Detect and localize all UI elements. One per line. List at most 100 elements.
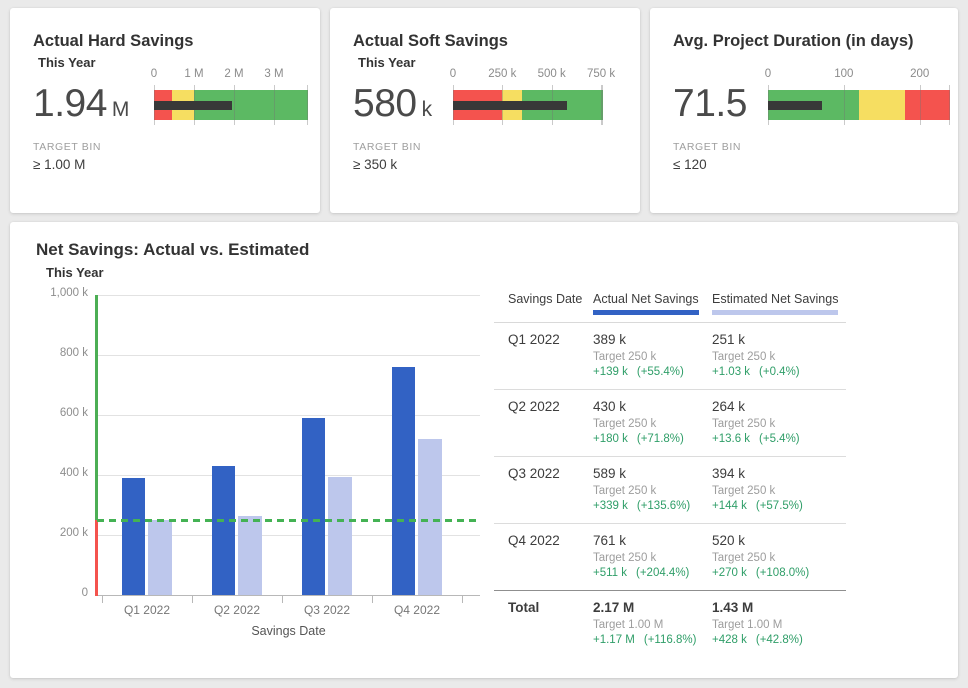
cell-variance: +339 k(+135.6%): [593, 500, 712, 512]
y-axis-tick-label: 200 k: [10, 527, 88, 539]
bar-actual-q2-2022[interactable]: [212, 466, 235, 595]
y-axis-tick-label: 800 k: [10, 347, 88, 359]
cell-value: 394 k: [712, 466, 846, 481]
y-axis-line-below-target: [95, 520, 98, 596]
kpi-number: 580: [353, 82, 417, 126]
bar-estimated-q4-2022[interactable]: [418, 439, 442, 595]
card-accent-bar: [331, 8, 639, 14]
bullet-value-bar: [768, 101, 822, 110]
kpi-unit: k: [422, 98, 433, 122]
estimated-cell: 520 k Target 250 k +270 k(+108.0%): [712, 533, 846, 579]
y-gridline: [97, 595, 480, 596]
cell-target: Target 250 k: [712, 552, 846, 564]
row-label: Total: [494, 600, 593, 646]
kpi-card-avg-project-duration: Avg. Project Duration (in days) 71.5 010…: [650, 8, 958, 213]
bullet-range: [905, 90, 951, 120]
column-header-savings-date: Savings Date: [494, 292, 593, 315]
bullet-range: [859, 90, 905, 120]
bullet-axis-tick: [274, 85, 275, 125]
row-label: Q3 2022: [494, 466, 593, 512]
table-row-q1-2022[interactable]: Q1 2022389 kTarget 250 k+139 k(+55.4%)25…: [494, 323, 846, 390]
cell-target: Target 250 k: [712, 351, 846, 363]
y-axis-line-above-target: [95, 295, 98, 520]
bullet-axis-tick-label: 500 k: [538, 68, 566, 80]
target-bin-label: TARGET BIN: [353, 141, 421, 153]
bar-estimated-q1-2022[interactable]: [148, 520, 172, 595]
x-axis-tick: [372, 596, 373, 603]
x-axis-title: Savings Date: [97, 624, 480, 638]
card-subtitle: This Year: [38, 55, 96, 70]
estimated-series-color-chip: [712, 310, 838, 315]
y-axis-tick-label: 400 k: [10, 467, 88, 479]
bullet-axis-end-tick: [949, 85, 950, 125]
net-savings-visual-card: Net Savings: Actual vs. Estimated This Y…: [10, 222, 958, 678]
kpi-value: 71.5: [673, 82, 752, 126]
cell-value: 1.43 M: [712, 600, 846, 615]
card-subtitle: This Year: [358, 55, 416, 70]
table-header-row: Savings Date Actual Net Savings Estimate…: [494, 292, 846, 323]
bullet-axis-tick-label: 2 M: [224, 68, 243, 80]
cell-value: 430 k: [593, 399, 712, 414]
target-bin-label: TARGET BIN: [33, 141, 101, 153]
cell-variance: +428 k(+42.8%): [712, 634, 846, 646]
kpi-card-actual-soft-savings: Actual Soft Savings This Year 580 k 0250…: [330, 8, 640, 213]
cell-variance: +144 k(+57.5%): [712, 500, 846, 512]
estimated-cell: 394 kTarget 250 k+144 k(+57.5%): [712, 466, 846, 512]
actual-series-color-chip: [593, 310, 699, 315]
cell-value: 264 k: [712, 399, 846, 414]
bar-actual-q4-2022[interactable]: [392, 367, 415, 595]
bullet-axis-tick-label: 0: [151, 68, 157, 80]
x-axis-tick: [192, 596, 193, 603]
kpi-value: 580 k: [353, 82, 432, 126]
bullet-value-bar: [154, 101, 232, 110]
x-axis-category-label: Q4 2022: [372, 603, 462, 617]
x-axis-tick: [102, 596, 103, 603]
kpi-value: 1.94 M: [33, 82, 129, 126]
cell-value: 251 k: [712, 332, 846, 347]
estimated-cell: 1.43 MTarget 1.00 M+428 k(+42.8%): [712, 600, 846, 646]
bar-actual-q3-2022[interactable]: [302, 418, 325, 595]
cell-value: 589 k: [593, 466, 712, 481]
card-title: Actual Hard Savings: [33, 32, 193, 51]
bar-estimated-q3-2022[interactable]: [328, 477, 352, 595]
bullet-chart: 0250 k500 k750 k: [453, 68, 603, 124]
card-accent-bar: [651, 8, 957, 14]
cell-variance: +1.17 M(+116.8%): [593, 634, 712, 646]
cell-variance: +180 k(+71.8%): [593, 433, 712, 445]
target-bin-value: ≤ 120: [673, 157, 707, 172]
cell-target: Target 1.00 M: [593, 619, 712, 631]
table-row-total[interactable]: Total2.17 M Target 1.00 M +1.17 M(+116.8%)…: [494, 591, 846, 657]
cell-variance: +511 k(+204.4%): [593, 567, 712, 579]
estimated-cell: 264 kTarget 250 k+13.6 k(+5.4%): [712, 399, 846, 445]
bar-actual-q1-2022[interactable]: [122, 478, 145, 595]
kpi-card-actual-hard-savings: Actual Hard Savings This Year 1.94 M 0 1 …: [10, 8, 320, 213]
cell-target: Target 250 k: [593, 552, 712, 564]
x-axis-tick: [282, 596, 283, 603]
bullet-axis-tick-label: 200: [910, 68, 929, 80]
cell-target: Target 250 k: [712, 418, 846, 430]
cell-variance: +270 k(+108.0%): [712, 567, 846, 579]
bar-estimated-q2-2022[interactable]: [238, 516, 262, 595]
cell-value: 520 k: [712, 533, 846, 548]
cell-target: Target 250 k: [593, 418, 712, 430]
column-header-actual-net-savings: Actual Net Savings: [593, 292, 712, 315]
bullet-axis-tick: [920, 85, 921, 125]
bullet-axis-tick-label: 0: [450, 68, 456, 80]
target-bin-label: TARGET BIN: [673, 141, 741, 153]
table-row-q4-2022[interactable]: Q4 2022761 kTarget 250 k+511 k(+204.4%)5…: [494, 524, 846, 591]
bullet-axis-tick: [844, 85, 845, 125]
bullet-axis-tick-label: 1 M: [184, 68, 203, 80]
table-row-q3-2022[interactable]: Q3 2022589 kTarget 250 k+339 k(+135.6%)3…: [494, 457, 846, 524]
bullet-axis-tick-label: 0: [765, 68, 771, 80]
y-gridline: [97, 355, 480, 356]
bullet-axis-tick: [234, 85, 235, 125]
cell-value: 389 k: [593, 332, 712, 347]
kpi-unit: M: [112, 98, 130, 122]
actual-cell: 389 kTarget 250 k+139 k(+55.4%): [593, 332, 712, 378]
actual-cell: 589 kTarget 250 k+339 k(+135.6%): [593, 466, 712, 512]
table-row-q2-2022[interactable]: Q2 2022430 kTarget 250 k+180 k(+71.8%)26…: [494, 390, 846, 457]
cell-value: 2.17 M: [593, 600, 712, 615]
actual-cell: 2.17 M Target 1.00 M +1.17 M(+116.8%): [593, 600, 712, 646]
target-line: [97, 519, 480, 522]
kpi-number: 1.94: [33, 82, 107, 126]
